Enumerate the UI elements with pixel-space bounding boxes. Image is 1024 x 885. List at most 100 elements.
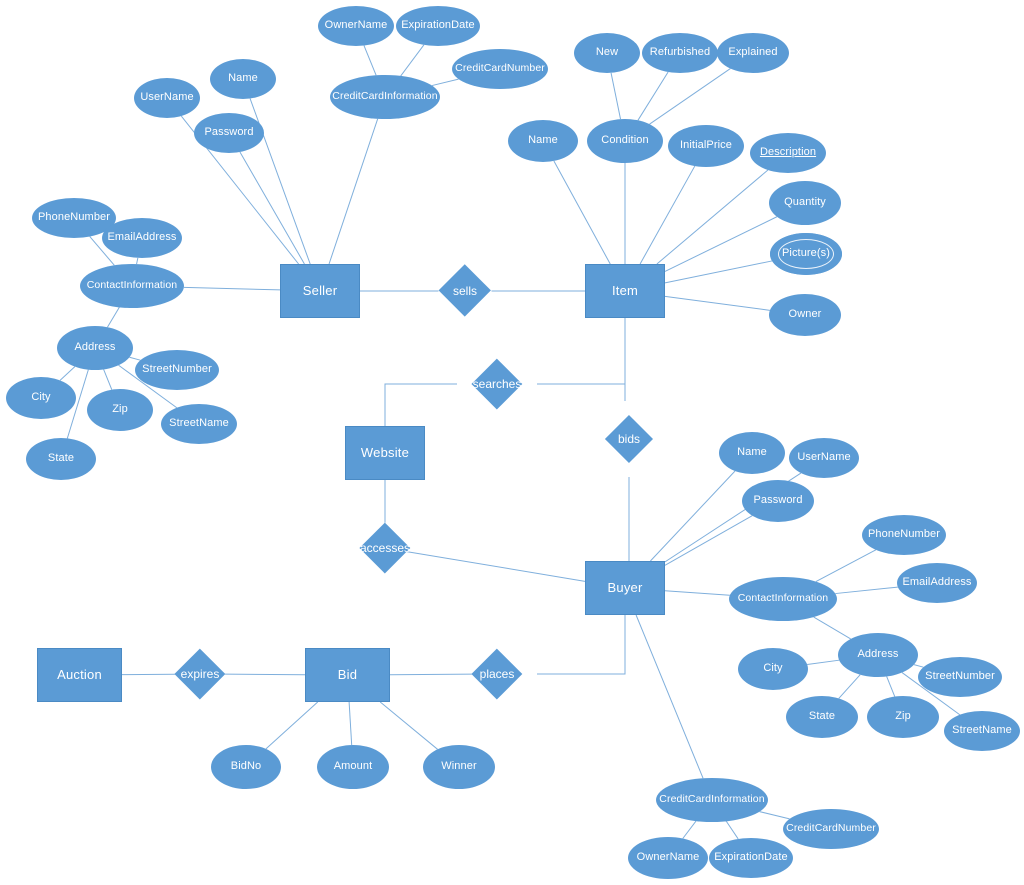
attribute-label: InitialPrice: [680, 139, 732, 152]
attribute-description-key[interactable]: Description: [750, 133, 826, 173]
relationship-label: accesses: [359, 540, 411, 555]
attribute-creditcardinformation[interactable]: CreditCardInformation: [330, 75, 440, 119]
attribute-state[interactable]: State: [26, 438, 96, 480]
entity-bid[interactable]: Bid: [305, 648, 390, 702]
edge-s_address-to-s_contact: [106, 307, 120, 328]
attribute-label: StreetName: [169, 417, 229, 430]
attribute-creditcardinformation[interactable]: CreditCardInformation: [656, 778, 768, 822]
attribute-username[interactable]: UserName: [134, 78, 200, 118]
edge-i_new-to-i_condition: [610, 72, 622, 120]
attribute-state[interactable]: State: [786, 696, 858, 738]
attribute-city[interactable]: City: [738, 648, 808, 690]
edge-b_name-to-buyer: [650, 470, 736, 562]
relationship-expires[interactable]: expires: [160, 648, 240, 700]
attribute-new[interactable]: New: [574, 33, 640, 73]
edge-s_ccinfo-to-seller: [328, 118, 379, 265]
attribute-contactinformation[interactable]: ContactInformation: [80, 264, 184, 308]
edge-i_explained-to-i_condition: [649, 68, 731, 125]
attribute-streetnumber[interactable]: StreetNumber: [135, 350, 219, 390]
attribute-username[interactable]: UserName: [789, 438, 859, 478]
edge-i_qty-to-item: [664, 216, 778, 272]
attribute-label: Condition: [601, 134, 649, 147]
attribute-label: PhoneNumber: [867, 528, 941, 541]
edge-searches-website: [384, 383, 457, 426]
entity-website[interactable]: Website: [345, 426, 425, 480]
edge-bd_amount-to-bid: [348, 701, 353, 746]
attribute-expirationdate[interactable]: ExpirationDate: [709, 838, 793, 878]
edge-s_zip-to-s_address: [103, 369, 113, 390]
relationship-accesses[interactable]: accesses: [345, 522, 425, 574]
edge-i_owner-to-item: [664, 295, 770, 311]
edge-b_city-to-b_address: [807, 659, 840, 665]
edge-b_ccinfo-to-buyer: [635, 614, 704, 779]
edge-b_ownername-to-b_ccinfo: [682, 820, 697, 839]
attribute-ownername[interactable]: OwnerName: [628, 837, 708, 879]
relationship-places[interactable]: places: [457, 648, 537, 700]
attribute-amount[interactable]: Amount: [317, 745, 389, 789]
attribute-emailaddress[interactable]: EmailAddress: [102, 218, 182, 258]
attribute-ownername[interactable]: OwnerName: [318, 6, 394, 46]
attribute-address[interactable]: Address: [57, 326, 133, 370]
attribute-zip[interactable]: Zip: [87, 389, 153, 431]
attribute-picture-s-multivalued[interactable]: Picture(s): [770, 233, 842, 275]
attribute-label: PhoneNumber: [37, 211, 111, 224]
attribute-label: Winner: [441, 760, 477, 773]
attribute-initialprice[interactable]: InitialPrice: [668, 125, 744, 167]
attribute-city[interactable]: City: [6, 377, 76, 419]
attribute-explained[interactable]: Explained: [717, 33, 789, 73]
entity-label: Website: [360, 445, 410, 461]
attribute-bidno[interactable]: BidNo: [211, 745, 281, 789]
attribute-refurbished[interactable]: Refurbished: [642, 33, 718, 73]
edge-i_name-to-item: [553, 160, 611, 265]
attribute-label: Password: [204, 126, 254, 139]
attribute-creditcardnumber[interactable]: CreditCardNumber: [783, 809, 879, 849]
attribute-label: ExpirationDate: [401, 19, 475, 32]
attribute-password[interactable]: Password: [742, 480, 814, 522]
attribute-label: Address: [857, 648, 899, 661]
attribute-owner[interactable]: Owner: [769, 294, 841, 336]
attribute-label: Explained: [728, 46, 778, 59]
attribute-zip[interactable]: Zip: [867, 696, 939, 738]
entity-buyer[interactable]: Buyer: [585, 561, 665, 615]
entity-label: Bid: [337, 667, 358, 683]
attribute-streetnumber[interactable]: StreetNumber: [918, 657, 1002, 697]
attribute-label: UserName: [797, 451, 851, 464]
relationship-label: places: [479, 666, 515, 681]
entity-auction[interactable]: Auction: [37, 648, 122, 702]
attribute-name[interactable]: Name: [210, 59, 276, 99]
edge-item-searches: [537, 318, 626, 385]
attribute-creditcardnumber[interactable]: CreditCardNumber: [452, 49, 548, 89]
attribute-password[interactable]: Password: [194, 113, 264, 153]
attribute-label: Description: [759, 146, 817, 159]
edge-s_expdate-to-s_ccinfo: [400, 44, 425, 77]
edge-s_password-to-seller: [239, 151, 305, 265]
entity-label: Item: [611, 283, 639, 299]
attribute-winner[interactable]: Winner: [423, 745, 495, 789]
relationship-bids[interactable]: bids: [591, 415, 667, 463]
relationship-searches[interactable]: searches: [457, 358, 537, 410]
edge-b_email-to-b_contact: [835, 586, 898, 595]
edge-b_contact-to-buyer: [664, 590, 730, 596]
attribute-expirationdate[interactable]: ExpirationDate: [396, 6, 480, 46]
attribute-streetname[interactable]: StreetName: [944, 711, 1020, 751]
entity-seller[interactable]: Seller: [280, 264, 360, 318]
attribute-quantity[interactable]: Quantity: [769, 181, 841, 225]
attribute-label: CreditCardNumber: [455, 62, 545, 75]
relationship-sells[interactable]: sells: [423, 264, 507, 318]
attribute-streetname[interactable]: StreetName: [161, 404, 237, 444]
attribute-emailaddress[interactable]: EmailAddress: [897, 563, 977, 603]
attribute-phonenumber[interactable]: PhoneNumber: [862, 515, 946, 555]
relationship-label: searches: [472, 376, 522, 391]
edge-s_ccnumber-to-s_ccinfo: [431, 78, 459, 87]
attribute-label: Password: [753, 494, 803, 507]
attribute-label: Zip: [895, 710, 911, 723]
attribute-name[interactable]: Name: [719, 432, 785, 474]
attribute-address[interactable]: Address: [838, 633, 918, 677]
attribute-condition[interactable]: Condition: [587, 119, 663, 163]
attribute-label: EmailAddress: [902, 576, 972, 589]
attribute-label: ContactInformation: [737, 592, 829, 605]
entity-item[interactable]: Item: [585, 264, 665, 318]
edge-i_pictures-to-item: [664, 260, 773, 284]
attribute-contactinformation[interactable]: ContactInformation: [729, 577, 837, 621]
attribute-name[interactable]: Name: [508, 120, 578, 162]
